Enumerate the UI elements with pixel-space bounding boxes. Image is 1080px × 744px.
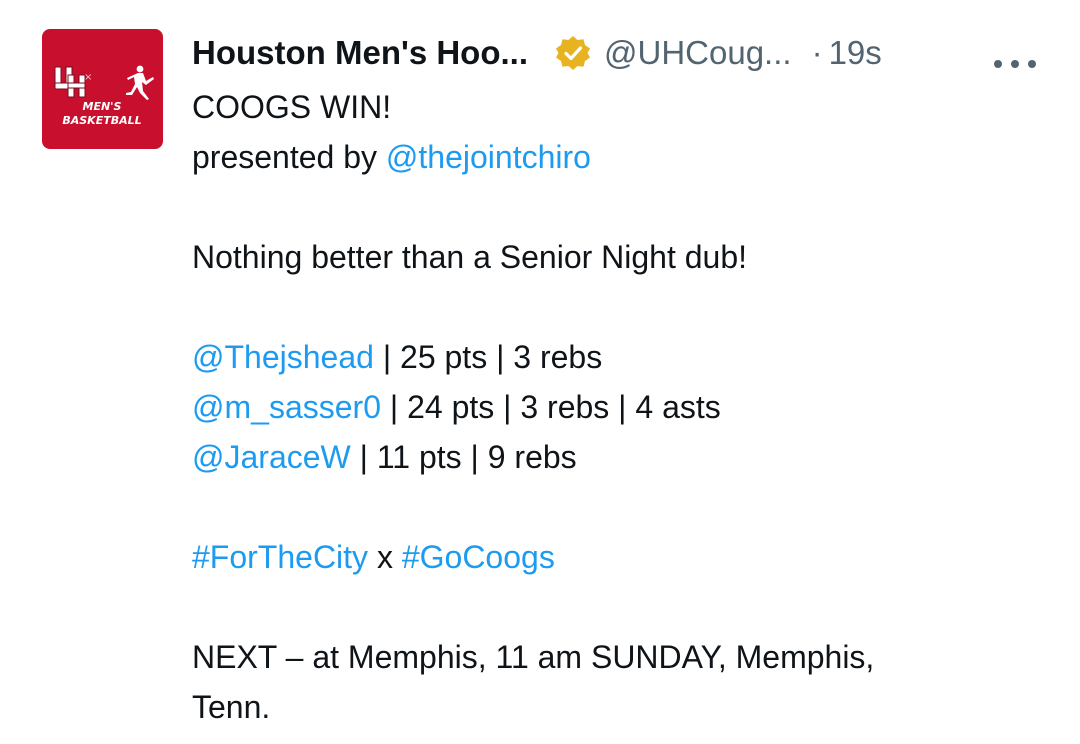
stat-text: | 11 pts | 9 rebs (350, 439, 577, 475)
next-game-line: NEXT – at Memphis, 11 am SUNDAY, Memphis… (192, 639, 875, 675)
stat-line: @Thejshead | 25 pts | 3 rebs (192, 332, 1056, 382)
separator-dot: · (811, 34, 823, 71)
verified-badge-icon[interactable] (554, 34, 592, 72)
presented-line: presented by @thejointchiro (192, 132, 1056, 182)
author-handle[interactable]: @UHCoug... (604, 34, 792, 72)
hashtag-link[interactable]: #ForTheCity (192, 539, 368, 575)
hashtag-link[interactable]: #GoCoogs (402, 539, 555, 575)
presented-prefix: presented by (192, 139, 386, 175)
next-game-line-2: Tenn. (192, 689, 271, 725)
avatar[interactable]: × MEN'S BASKETBALL (42, 29, 163, 149)
tweet-text: COOGS WIN! presented by @thejointchiro N… (192, 82, 1056, 732)
svg-text:BASKETBALL: BASKETBALL (62, 114, 141, 127)
mention-link[interactable]: @JaraceW (192, 439, 351, 475)
more-horizontal-icon[interactable] (988, 44, 1042, 68)
author-name[interactable]: Houston Men's Hoo... (192, 34, 528, 72)
svg-text:×: × (84, 72, 92, 83)
stat-line: @m_sasser0 | 24 pts | 3 rebs | 4 asts (192, 382, 1056, 432)
dub-line: Nothing better than a Senior Night dub! (192, 239, 748, 275)
tweet: Houston Men's Hoo... @UHCoug... · 19s CO… (192, 26, 1056, 732)
stat-line: @JaraceW | 11 pts | 9 rebs (192, 432, 1056, 482)
mention-link[interactable]: @thejointchiro (386, 139, 591, 175)
headline: COOGS WIN! (192, 89, 392, 125)
stat-text: | 24 pts | 3 rebs | 4 asts (380, 389, 721, 425)
stat-text: | 25 pts | 3 rebs (373, 339, 603, 375)
mention-link[interactable]: @Thejshead (192, 339, 374, 375)
mention-link[interactable]: @m_sasser0 (192, 389, 381, 425)
tweet-header: Houston Men's Hoo... @UHCoug... · 19s (192, 26, 1056, 80)
hashtag-line: #ForTheCity x #GoCoogs (192, 532, 1056, 582)
hashtag-separator: x (368, 539, 402, 575)
timestamp[interactable]: 19s (829, 34, 882, 72)
team-logo-icon: × MEN'S BASKETBALL (54, 65, 154, 127)
svg-text:MEN'S: MEN'S (83, 100, 122, 113)
jumpman-icon (126, 65, 154, 100)
